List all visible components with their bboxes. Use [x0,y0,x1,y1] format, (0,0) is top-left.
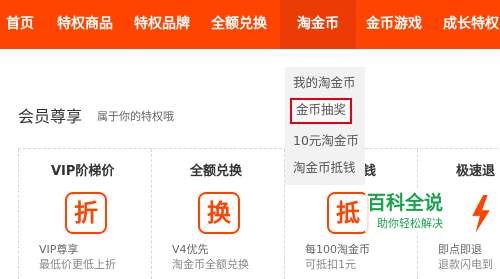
nav-item-taojinbi[interactable]: 淘金币 [280,0,356,49]
watermark-main-text: 百科全说 [367,192,444,214]
card-desc-2: 退款闪电到 [438,258,493,271]
card-desc: 即点即退 [438,243,482,256]
card-title: 全额兑换 [190,164,243,179]
card-desc: VIP尊享 [39,243,79,256]
card-desc-2: 最低价更低上折 [39,258,116,271]
section-subtitle: 属于你的特权哦 [97,110,174,123]
nav-item-full-exchange[interactable]: 全额兑换 [211,0,267,49]
top-nav-bar: 首页 特权商品 特权品牌 全额兑换 淘金币 金币游戏 成长特权 [0,0,500,49]
dropdown-item-my-coins[interactable]: 我的淘金币 [293,72,356,94]
dropdown-item-10yuan-coins[interactable]: 10元淘金币 [293,130,359,152]
exchange-icon: 换 [198,192,240,234]
card-title: VIP阶梯价 [51,164,115,179]
nav-item-privilege-brands[interactable]: 特权品牌 [134,0,190,49]
offset-icon: 抵 [327,192,369,234]
section-title: 会员尊享 [18,107,83,126]
card-vip-price[interactable]: VIP阶梯价 折 VIP尊享 最低价更低上折 [18,149,152,279]
card-desc: V4优先 [172,243,209,256]
card-desc-2: 可抵扣1元 [305,258,356,271]
discount-icon: 折 [65,192,107,234]
card-desc-2: 淘金币全额兑换 [172,258,249,271]
card-full-exchange[interactable]: 全额兑换 换 V4优先 淘金币全额兑换 [151,149,285,279]
nav-item-privilege-goods[interactable]: 特权商品 [57,0,113,49]
dropdown-item-coin-offset[interactable]: 淘金币抵钱 [293,157,356,179]
watermark-logo: 百科全说 助你轻松解决 [365,188,465,232]
taojinbi-dropdown-menu: 我的淘金币 金币抽奖 10元淘金币 淘金币抵钱 [285,67,365,185]
dropdown-item-coin-lottery[interactable]: 金币抽奖 [290,98,353,124]
nav-item-growth-privileges[interactable]: 成长特权 [443,0,499,49]
nav-item-home[interactable]: 首页 [6,0,34,49]
card-title: 极速退 [456,164,496,179]
nav-item-coin-games[interactable]: 金币游戏 [366,0,422,49]
watermark-sub-text: 助你轻松解决 [377,217,443,230]
card-desc: 每100淘金币 [305,243,370,256]
